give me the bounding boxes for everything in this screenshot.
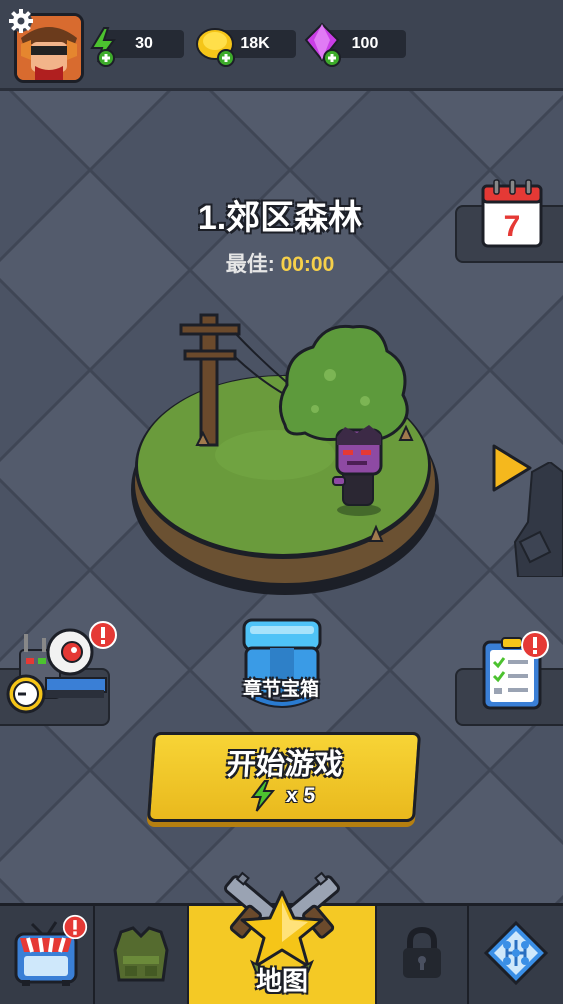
coin-value: 18K (240, 35, 270, 52)
calendar-day: 7 (504, 210, 521, 243)
level-title: 1.郊区森林 (197, 199, 363, 237)
energy-add-icon[interactable] (88, 26, 120, 68)
best-time-value: 00:00 (280, 253, 335, 276)
tasks-alert-icon (521, 631, 549, 659)
best-time: 最佳: 00:00 (180, 248, 380, 278)
energy-value: 30 (135, 35, 153, 52)
start-game-cost: x 5 (150, 779, 414, 813)
gem-value: 100 (351, 35, 379, 52)
nav-map-label-overlay: 地图 (255, 966, 308, 996)
skill-tree-icon (483, 920, 549, 986)
top-bar: 30 18K 100 (0, 0, 563, 91)
level-island-map[interactable] (125, 305, 445, 605)
next-island-preview (513, 462, 563, 577)
armor-vest-icon (113, 926, 169, 982)
nav-tab-equipment[interactable] (95, 906, 189, 1004)
gem-add-icon[interactable] (304, 22, 344, 68)
settings-gear-icon[interactable] (6, 6, 36, 36)
nav-tab-locked[interactable] (377, 906, 469, 1004)
coin-add-icon[interactable] (194, 24, 236, 68)
nav-tab-shop[interactable] (0, 906, 95, 1004)
chapter-chest-label: 章节宝箱 (242, 679, 319, 700)
start-game-button[interactable]: 开始游戏 x 5 (146, 732, 422, 822)
nav-tab-skills[interactable] (469, 906, 563, 1004)
robot-alert-icon (89, 621, 117, 649)
daily-calendar-icon[interactable]: 7 (480, 178, 546, 250)
start-game-label: 开始游戏 (225, 749, 344, 781)
start-game-cost-value: x 5 (285, 784, 317, 807)
best-time-label: 最佳: (225, 253, 275, 276)
shop-alert-icon (62, 914, 88, 940)
lock-icon (403, 926, 441, 978)
energy-cost-icon (251, 780, 276, 812)
